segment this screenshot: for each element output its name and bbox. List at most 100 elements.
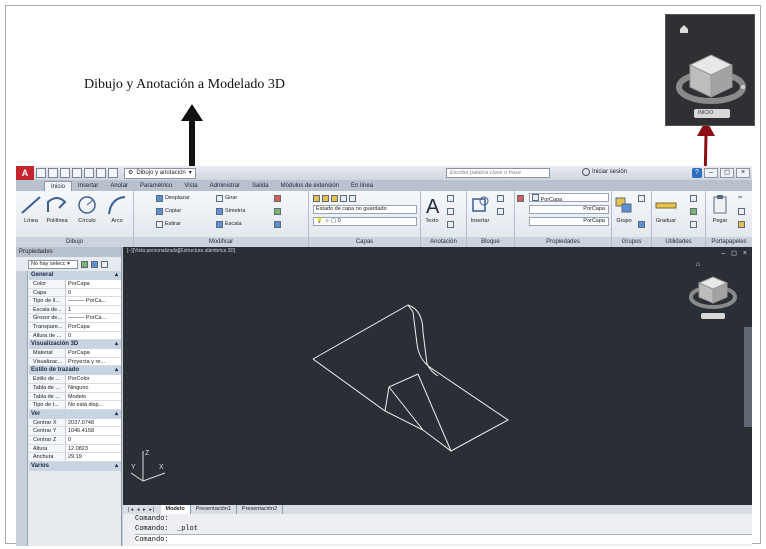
viewport-window-controls[interactable]: – ◻ ×	[721, 249, 749, 257]
current-layer-select[interactable]: 💡 ☼ ▢ 0	[313, 217, 417, 226]
copy-clip-tool[interactable]	[738, 206, 745, 216]
layer-state-select[interactable]: Estado de capa no guardado	[313, 205, 417, 214]
arc-tool[interactable]: Arco	[102, 194, 132, 224]
property-row[interactable]: Tipo de t... No está disp...	[29, 401, 121, 410]
rotate-tool[interactable]: Girar	[216, 193, 237, 203]
clipboard-panel-footer[interactable]: Portapapeles	[706, 237, 752, 247]
create-block-tool[interactable]	[497, 193, 504, 203]
property-section-header[interactable]: Visualización 3D ▴	[29, 340, 121, 350]
collapse-icon[interactable]: ▴	[115, 340, 118, 349]
utilities-panel-footer[interactable]: Utilidades	[652, 237, 705, 247]
property-value[interactable]: Ninguno	[66, 384, 121, 392]
property-section-header[interactable]: Varios ▴	[29, 461, 121, 471]
property-row[interactable]: Tabla de ... Ninguno	[29, 383, 121, 393]
property-row[interactable]: Centrar X 2037.0748	[29, 418, 121, 428]
table-tool[interactable]	[447, 219, 454, 229]
property-row[interactable]: Centrar Z0	[29, 435, 121, 445]
tab-en-linea[interactable]: En línea	[345, 181, 379, 191]
color-select[interactable]: PorCapa	[529, 193, 609, 202]
layer-tools[interactable]	[313, 193, 356, 203]
new-file-icon[interactable]	[36, 168, 46, 178]
property-value[interactable]: ——— PorCa...	[66, 297, 121, 305]
tab-modulos[interactable]: Módulos de extensión	[275, 181, 345, 191]
selection-select[interactable]: No hay selecc ▾	[28, 259, 78, 269]
quick-select-palette-icon[interactable]	[101, 260, 108, 268]
property-value[interactable]: 0	[66, 436, 121, 444]
copy-tool[interactable]: Copiar	[156, 206, 181, 216]
property-row[interactable]: Anchura 29.19	[29, 453, 121, 462]
tab-insertar[interactable]: Insertar	[72, 181, 104, 191]
tab-inicio[interactable]: Inicio	[44, 181, 73, 191]
linetype-select[interactable]: PorCapa	[529, 205, 609, 214]
properties-panel-footer[interactable]: Propiedades	[515, 237, 611, 247]
property-row[interactable]: Tipo de lí... ——— PorCa...	[29, 297, 121, 306]
collapse-icon[interactable]: ▴	[115, 271, 118, 280]
circle-tool[interactable]: Círculo	[72, 194, 102, 224]
annotation-panel-footer[interactable]: Anotación	[421, 237, 466, 247]
property-value[interactable]: ——— PorCa...	[66, 314, 121, 322]
insert-tool[interactable]: Insertar	[467, 194, 493, 224]
leader-tool[interactable]	[447, 206, 454, 216]
minimize-button[interactable]: –	[704, 168, 718, 178]
navigation-bar[interactable]	[744, 327, 752, 427]
draw-panel-footer[interactable]: Dibujo	[16, 237, 133, 247]
group-edit-tool[interactable]	[638, 219, 645, 229]
property-value[interactable]: 29.19	[66, 453, 121, 461]
property-value[interactable]: PorCapa	[66, 349, 121, 357]
viewport-controls-label[interactable]: [−][Vista personalizada][Estructura alám…	[127, 248, 235, 254]
group-tool[interactable]: Grupo	[612, 194, 636, 224]
array-tool[interactable]	[274, 206, 281, 216]
cut-tool[interactable]: ✂	[738, 193, 743, 203]
property-value[interactable]: 1046.4158	[66, 427, 121, 435]
property-section-header[interactable]: Estilo de trazado ▴	[29, 366, 121, 376]
property-row[interactable]: Grosor de... ——— PorCa...	[29, 314, 121, 323]
property-value[interactable]: PorCapa	[66, 280, 121, 288]
scale-tool[interactable]: Escala	[216, 219, 242, 229]
save-icon[interactable]	[60, 168, 70, 178]
property-row[interactable]: Tabla de ... Modelo	[29, 392, 121, 402]
property-value[interactable]: 0	[66, 332, 121, 340]
workspace-select[interactable]: ⚙ Dibujo y anotación ▾	[124, 167, 196, 179]
redo-icon[interactable]	[108, 168, 118, 178]
tab-administrar[interactable]: Administrar	[204, 181, 246, 191]
viewcube-home-button[interactable]: INICIO	[698, 110, 713, 116]
save-as-icon[interactable]	[72, 168, 82, 178]
close-button[interactable]: ×	[736, 168, 750, 178]
viewcube-icon[interactable]	[683, 261, 743, 321]
property-value[interactable]: Proyecta y re...	[66, 358, 121, 366]
maximize-button[interactable]: ◻	[720, 168, 734, 178]
property-row[interactable]: Estilo de ... PorColor	[29, 375, 121, 384]
collapse-icon[interactable]: ▴	[115, 410, 118, 419]
property-section-header[interactable]: General ▴	[29, 271, 121, 280]
login-button[interactable]: Iniciar sesión	[582, 168, 627, 176]
match-tool[interactable]	[738, 219, 745, 229]
measure-tool[interactable]: Graduar	[652, 194, 680, 224]
ungroup-tool[interactable]	[638, 193, 645, 203]
open-file-icon[interactable]	[48, 168, 58, 178]
quick-select-tool[interactable]	[690, 193, 697, 203]
undo-icon[interactable]	[96, 168, 106, 178]
tab-modelo[interactable]: Modelo	[160, 505, 191, 514]
polyline-tool[interactable]: Polilínea	[42, 194, 72, 224]
property-row[interactable]: Escala de... 1	[29, 305, 121, 315]
property-row[interactable]: Material PorCapa	[29, 349, 121, 358]
fillet-tool[interactable]	[274, 193, 281, 203]
move-tool[interactable]: Desplazar	[156, 193, 190, 203]
lineweight-select[interactable]: PorCapa	[529, 217, 609, 226]
tab-presentacion1[interactable]: Presentación1	[191, 505, 237, 514]
collapse-icon[interactable]: ▴	[115, 462, 118, 471]
property-value[interactable]: PorColor	[66, 375, 121, 383]
tab-anotar[interactable]: Anotar	[104, 181, 134, 191]
modify-panel-footer[interactable]: Modificar	[134, 237, 308, 247]
search-input[interactable]: Escriba palabra clave o frase	[446, 168, 550, 178]
property-value[interactable]: 12.0823	[66, 445, 121, 453]
dimension-tool[interactable]	[447, 193, 454, 203]
paste-tool[interactable]: Pegar	[706, 194, 734, 224]
stretch-tool[interactable]: Estirar	[156, 219, 181, 229]
command-input[interactable]: Comando:	[135, 534, 752, 544]
groups-panel-footer[interactable]: Grupos	[612, 237, 651, 247]
property-value[interactable]: 0	[66, 289, 121, 297]
property-value[interactable]: PorCapa	[66, 323, 121, 331]
mirror-tool[interactable]: Simetría	[216, 206, 245, 216]
tab-presentacion2[interactable]: Presentación2	[237, 505, 284, 514]
